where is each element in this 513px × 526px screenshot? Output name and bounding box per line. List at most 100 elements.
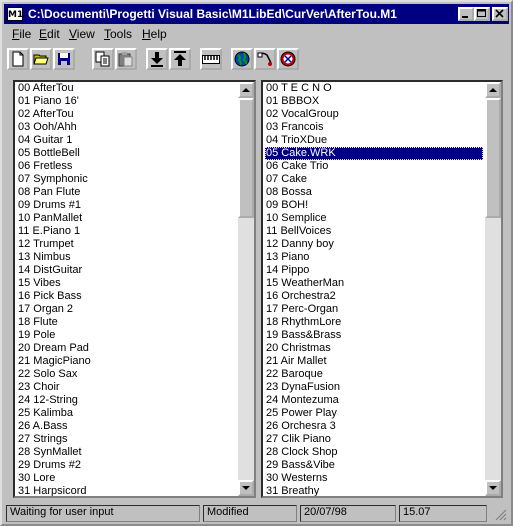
- left-scroll-thumb[interactable]: [238, 98, 254, 218]
- list-item[interactable]: 15 WeatherMan: [265, 277, 483, 290]
- list-item[interactable]: 11 BellVoices: [265, 225, 483, 238]
- list-item[interactable]: 01 BBBOX: [265, 95, 483, 108]
- right-scroll-up-button[interactable]: [485, 82, 501, 98]
- list-item[interactable]: 28 SynMallet: [17, 446, 236, 459]
- paste-button[interactable]: [115, 48, 137, 70]
- status-time: 15.07: [399, 505, 487, 522]
- window-title: C:\Documenti\Progetti Visual Basic\M1Lib…: [28, 7, 397, 21]
- menu-edit[interactable]: Edit: [39, 27, 60, 41]
- list-item[interactable]: 21 Air Mallet: [265, 355, 483, 368]
- list-item[interactable]: 10 PanMallet: [17, 212, 236, 225]
- list-item[interactable]: 28 Clock Shop: [265, 446, 483, 459]
- left-scroll-up-button[interactable]: [238, 82, 254, 98]
- menu-view[interactable]: View: [69, 27, 95, 41]
- list-item[interactable]: 20 Christmas: [265, 342, 483, 355]
- right-scroll-down-button[interactable]: [485, 480, 501, 496]
- list-item[interactable]: 31 Breathy: [265, 485, 483, 496]
- list-item[interactable]: 17 Perc-Organ: [265, 303, 483, 316]
- globe-button[interactable]: [231, 48, 253, 70]
- list-item[interactable]: 22 Solo Sax: [17, 368, 236, 381]
- list-item[interactable]: 14 DistGuitar: [17, 264, 236, 277]
- send-button[interactable]: [169, 48, 191, 70]
- minimize-button[interactable]: [458, 7, 474, 21]
- right-scroll-thumb[interactable]: [485, 98, 501, 218]
- list-item[interactable]: 17 Organ 2: [17, 303, 236, 316]
- list-item[interactable]: 31 Harpsicord: [17, 485, 236, 496]
- copy-button[interactable]: [92, 48, 114, 70]
- open-button[interactable]: [30, 48, 52, 70]
- list-item[interactable]: 03 Ooh/Ahh: [17, 121, 236, 134]
- list-item[interactable]: 26 A.Bass: [17, 420, 236, 433]
- list-item[interactable]: 21 MagicPiano: [17, 355, 236, 368]
- list-item[interactable]: 24 12-String: [17, 394, 236, 407]
- close-button[interactable]: [492, 7, 508, 21]
- left-patch-list[interactable]: 00 AfterTou 01 Piano 16' 02 AfterTou 03 Ooh…: [13, 80, 256, 498]
- save-button[interactable]: [53, 48, 75, 70]
- list-item[interactable]: 09 Drums #1: [17, 199, 236, 212]
- list-item[interactable]: 07 Symphonic: [17, 173, 236, 186]
- status-message: Waiting for user input: [6, 505, 200, 522]
- probe-button[interactable]: [254, 48, 276, 70]
- list-item[interactable]: 18 Flute: [17, 316, 236, 329]
- list-item[interactable]: 26 Orchesra 3: [265, 420, 483, 433]
- list-item[interactable]: 04 TrioXDue: [265, 134, 483, 147]
- list-item[interactable]: 20 Dream Pad: [17, 342, 236, 355]
- menu-help[interactable]: Help: [142, 27, 167, 41]
- list-item[interactable]: 19 Bass&Brass: [265, 329, 483, 342]
- list-item[interactable]: 11 E.Piano 1: [17, 225, 236, 238]
- list-item[interactable]: 02 AfterTou: [17, 108, 236, 121]
- keyboard-button[interactable]: [200, 48, 222, 70]
- list-item[interactable]: 22 Baroque: [265, 368, 483, 381]
- list-item[interactable]: 13 Piano: [265, 251, 483, 264]
- list-item[interactable]: 00 AfterTou: [17, 82, 236, 95]
- list-item[interactable]: 09 BOH!: [265, 199, 483, 212]
- left-scrollbar[interactable]: [238, 82, 254, 496]
- list-item[interactable]: 16 Orchestra2: [265, 290, 483, 303]
- list-item[interactable]: 00 T E C N O: [265, 82, 483, 95]
- resize-grip-icon[interactable]: [495, 509, 507, 521]
- list-item[interactable]: 19 Pole: [17, 329, 236, 342]
- list-item[interactable]: 13 Nimbus: [17, 251, 236, 264]
- list-item[interactable]: 08 Bossa: [265, 186, 483, 199]
- list-item[interactable]: 16 Pick Bass: [17, 290, 236, 303]
- maximize-button[interactable]: [474, 7, 490, 21]
- list-item[interactable]: 12 Danny boy: [265, 238, 483, 251]
- list-item[interactable]: 23 Choir: [17, 381, 236, 394]
- menu-tools[interactable]: Tools: [104, 27, 132, 41]
- list-item[interactable]: 29 Drums #2: [17, 459, 236, 472]
- list-item[interactable]: 05 BottleBell: [17, 147, 236, 160]
- right-patch-list[interactable]: 00 T E C N O 01 BBBOX 02 VocalGroup 03 Fran…: [261, 80, 503, 498]
- new-button[interactable]: [7, 48, 29, 70]
- list-item[interactable]: 27 Strings: [17, 433, 236, 446]
- stop-button[interactable]: [277, 48, 299, 70]
- list-item[interactable]: 25 Kalimba: [17, 407, 236, 420]
- title-bar[interactable]: M1 C:\Documenti\Progetti Visual Basic\M1…: [4, 4, 509, 24]
- list-item[interactable]: 30 Westerns: [265, 472, 483, 485]
- left-scroll-down-button[interactable]: [238, 480, 254, 496]
- list-item[interactable]: 10 Semplice: [265, 212, 483, 225]
- list-item[interactable]: 30 Lore: [17, 472, 236, 485]
- list-item[interactable]: 08 Pan Flute: [17, 186, 236, 199]
- list-item[interactable]: 12 Trumpet: [17, 238, 236, 251]
- right-scrollbar[interactable]: [485, 82, 501, 496]
- right-list-items: 00 T E C N O 01 BBBOX 02 VocalGroup 03 Fran…: [265, 82, 483, 496]
- list-item[interactable]: 04 Guitar 1: [17, 134, 236, 147]
- list-item[interactable]: 06 Cake Trio: [265, 160, 483, 173]
- menu-file[interactable]: File: [12, 27, 31, 41]
- list-item[interactable]: 06 Fretless: [17, 160, 236, 173]
- list-item[interactable]: 27 Clik Piano: [265, 433, 483, 446]
- list-item[interactable]: 14 Pippo: [265, 264, 483, 277]
- list-item[interactable]: 02 VocalGroup: [265, 108, 483, 121]
- list-item[interactable]: 15 Vibes: [17, 277, 236, 290]
- list-item[interactable]: 24 Montezuma: [265, 394, 483, 407]
- list-item[interactable]: 03 Francois: [265, 121, 483, 134]
- list-item[interactable]: 25 Power Play: [265, 407, 483, 420]
- list-item[interactable]: 01 Piano 16': [17, 95, 236, 108]
- list-item[interactable]: 23 DynaFusion: [265, 381, 483, 394]
- list-item[interactable]: 18 RhythmLore: [265, 316, 483, 329]
- list-item[interactable]: 29 Bass&Vibe: [265, 459, 483, 472]
- receive-button[interactable]: [146, 48, 168, 70]
- list-item[interactable]: 07 Cake: [265, 173, 483, 186]
- list-item[interactable]: 05 Cake.WRK: [265, 147, 483, 160]
- app-icon[interactable]: M1: [7, 7, 23, 21]
